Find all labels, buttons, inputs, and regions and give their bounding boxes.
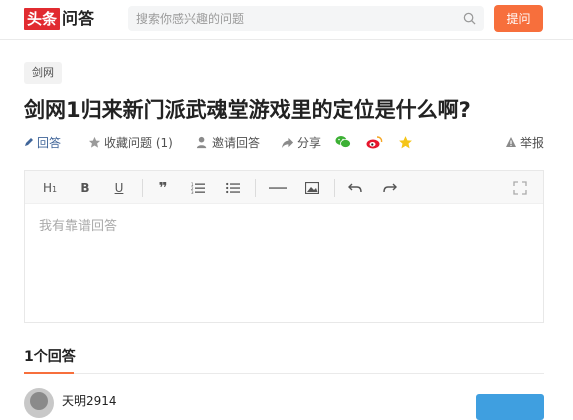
answer-text-area[interactable]: 我有靠谱回答 — [39, 215, 117, 234]
underline-icon[interactable]: U — [109, 178, 129, 198]
svg-text:3: 3 — [191, 190, 194, 194]
question-title: 剑网1归来新门派武魂堂游戏里的定位是什么啊? — [24, 98, 471, 122]
avatar[interactable] — [24, 388, 54, 418]
quote-icon[interactable]: ❞ — [153, 178, 173, 198]
wechat-share-button[interactable] — [335, 131, 354, 153]
search-icon[interactable] — [463, 12, 476, 25]
fullscreen-icon[interactable] — [510, 178, 530, 198]
logo-dark-part: 问答 — [62, 9, 95, 28]
horizontal-rule-icon[interactable] — [266, 178, 290, 198]
undo-icon[interactable] — [345, 178, 365, 198]
report-label: 举报 — [519, 135, 544, 150]
weibo-share-button[interactable] — [366, 131, 386, 153]
search-box — [128, 6, 484, 31]
answer-editor: H1 B U ❞ 1 2 3 我有靠谱回答 — [24, 170, 544, 323]
heading-icon[interactable]: H1 — [40, 178, 60, 198]
wechat-icon — [335, 136, 351, 148]
redo-icon[interactable] — [380, 178, 400, 198]
star-outline-icon — [88, 136, 101, 148]
answer-button[interactable]: 回答 — [24, 131, 61, 153]
favorite-share-button[interactable] — [398, 131, 416, 153]
top-header: 头条 问答 提问 — [0, 0, 573, 40]
collect-question-button[interactable]: 收藏问题 (1) — [88, 131, 173, 153]
toolbar-divider — [334, 179, 335, 197]
warning-icon — [505, 137, 516, 147]
ask-question-button[interactable]: 提问 — [494, 5, 543, 32]
logo-red-part: 头条 — [24, 8, 61, 30]
user-add-icon — [196, 136, 207, 148]
collect-label: 收藏问题 (1) — [104, 135, 173, 150]
image-icon[interactable] — [302, 178, 322, 198]
editor-toolbar: H1 B U ❞ 1 2 3 — [25, 171, 543, 204]
answer-label: 回答 — [37, 135, 62, 150]
toolbar-divider — [255, 179, 256, 197]
share-arrow-icon — [281, 137, 294, 148]
answers-count: 1个回答 — [24, 349, 76, 365]
report-button[interactable]: 举报 — [505, 131, 544, 153]
question-tag[interactable]: 剑网 — [24, 62, 62, 84]
answers-divider — [24, 373, 544, 374]
weibo-icon — [366, 136, 383, 149]
share-button[interactable]: 分享 — [281, 131, 321, 153]
star-icon — [399, 135, 412, 148]
bullet-list-icon[interactable] — [223, 178, 243, 198]
ordered-list-icon[interactable]: 1 2 3 — [188, 178, 208, 198]
answers-accent-bar — [24, 372, 74, 374]
question-actions: 回答 收藏问题 (1) 邀请回答 分享 举报 — [24, 131, 544, 153]
site-logo[interactable]: 头条 问答 — [24, 8, 94, 30]
invite-label: 邀请回答 — [212, 135, 261, 150]
pencil-icon — [25, 138, 33, 146]
answer-username[interactable]: 天明2914 — [62, 392, 117, 409]
toolbar-divider — [142, 179, 143, 197]
share-label: 分享 — [297, 135, 322, 150]
bold-icon[interactable]: B — [75, 178, 95, 198]
invite-answer-button[interactable]: 邀请回答 — [196, 131, 260, 153]
follow-button[interactable] — [476, 394, 544, 420]
search-input[interactable] — [128, 6, 448, 31]
